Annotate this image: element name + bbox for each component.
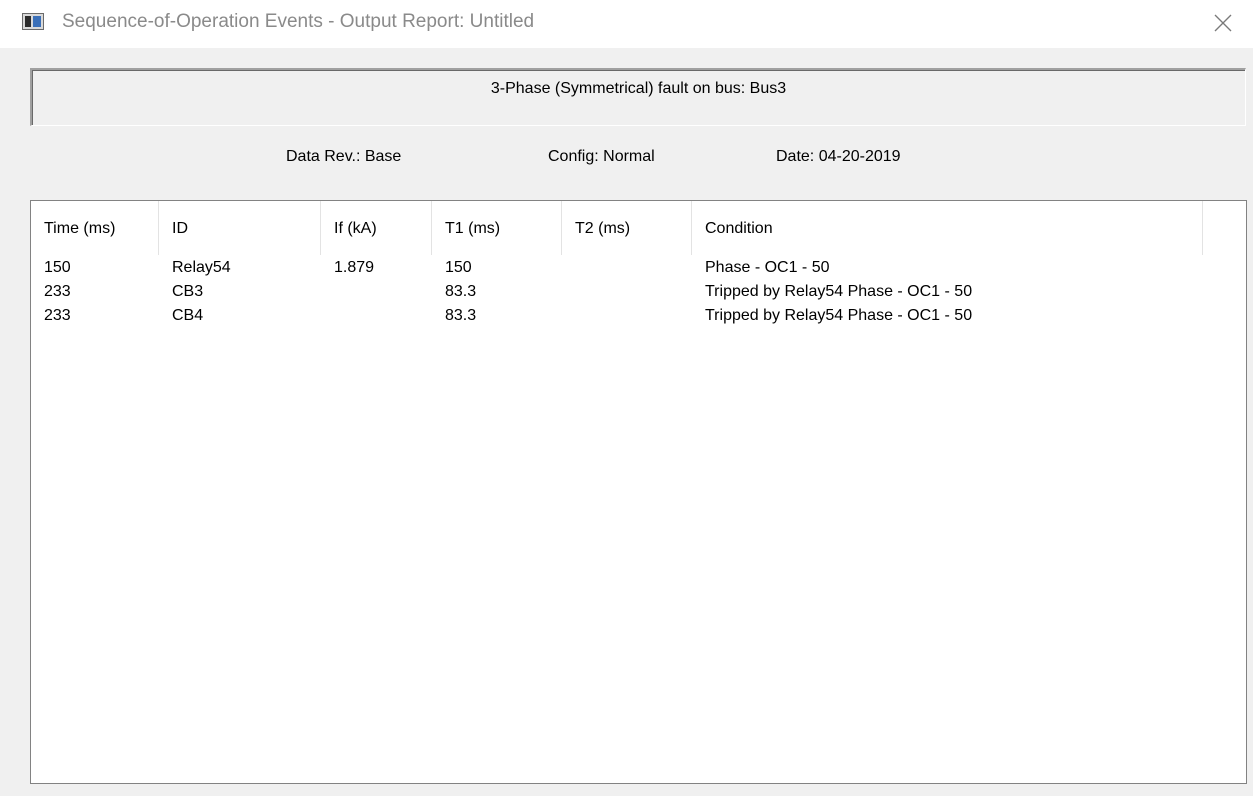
fault-description-box: 3-Phase (Symmetrical) fault on bus: Bus3 (30, 68, 1246, 126)
cell-condition: Tripped by Relay54 Phase - OC1 - 50 (705, 307, 973, 324)
cell-time: 233 (44, 283, 71, 300)
cell-id: CB4 (172, 307, 204, 324)
cell-condition: Phase - OC1 - 50 (705, 259, 830, 276)
column-header-condition[interactable]: Condition (692, 201, 1203, 255)
events-list[interactable]: Time (ms) ID If (kA) T1 (ms) T2 (ms) Con… (30, 200, 1247, 784)
cell-t1: 150 (445, 259, 472, 276)
app-window-icon (22, 13, 44, 30)
window-title: Sequence-of-Operation Events - Output Re… (62, 11, 535, 32)
cell-condition: Tripped by Relay54 Phase - OC1 - 50 (705, 283, 973, 300)
column-header-id[interactable]: ID (159, 201, 321, 255)
cell-time: 233 (44, 307, 71, 324)
cell-t1: 83.3 (445, 307, 477, 324)
fault-description: 3-Phase (Symmetrical) fault on bus: Bus3 (490, 80, 787, 97)
table-row[interactable]: 233 CB3 83.3 Tripped by Relay54 Phase - … (31, 280, 1246, 304)
column-header-time[interactable]: Time (ms) (31, 201, 159, 255)
title-bar[interactable]: Sequence-of-Operation Events - Output Re… (0, 0, 1253, 48)
config-label: Config: Normal (548, 148, 655, 165)
column-header-t2[interactable]: T2 (ms) (562, 201, 692, 255)
close-icon (1214, 14, 1232, 32)
sequence-of-operation-window: Sequence-of-Operation Events - Output Re… (0, 0, 1253, 796)
cell-id: Relay54 (172, 259, 231, 276)
cell-id: CB3 (172, 283, 204, 300)
events-list-header: Time (ms) ID If (kA) T1 (ms) T2 (ms) Con… (31, 201, 1246, 255)
cell-if: 1.879 (334, 259, 375, 276)
date-label: Date: 04-20-2019 (776, 148, 901, 165)
table-row[interactable]: 150 Relay54 1.879 150 Phase - OC1 - 50 (31, 256, 1246, 280)
close-button[interactable] (1193, 0, 1253, 46)
cell-t1: 83.3 (445, 283, 477, 300)
table-row[interactable]: 233 CB4 83.3 Tripped by Relay54 Phase - … (31, 304, 1246, 328)
column-header-t1[interactable]: T1 (ms) (432, 201, 562, 255)
data-revision-label: Data Rev.: Base (286, 148, 402, 165)
cell-time: 150 (44, 259, 71, 276)
column-header-if[interactable]: If (kA) (321, 201, 432, 255)
